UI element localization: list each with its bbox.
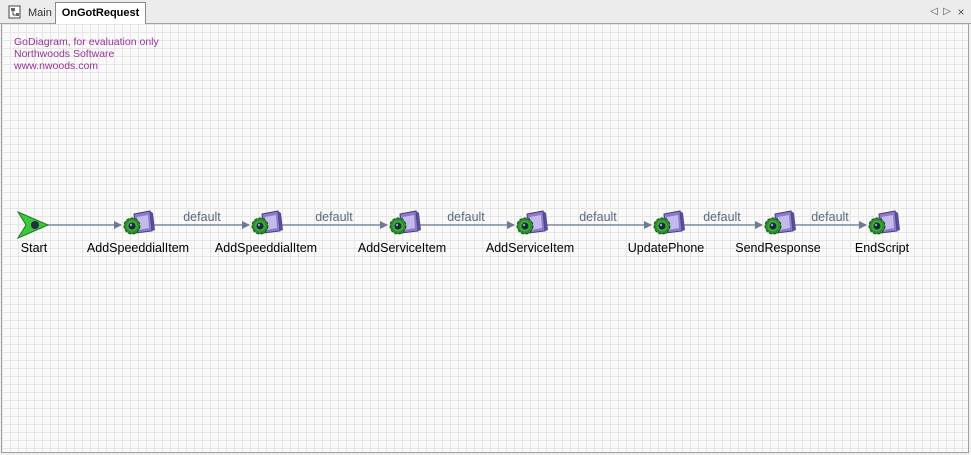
node-label-addspeeddialitem-1[interactable]: AddSpeeddialItem <box>87 241 189 255</box>
action-gear-icon[interactable] <box>516 210 549 235</box>
node-label-addserviceitem-1[interactable]: AddServiceItem <box>358 241 446 255</box>
node-label-updatephone[interactable]: UpdatePhone <box>628 241 704 255</box>
edge-label-6[interactable]: default <box>811 210 849 224</box>
start-node[interactable] <box>16 210 50 240</box>
edge-label-1[interactable]: default <box>183 210 221 224</box>
edge-label-4[interactable]: default <box>579 210 617 224</box>
node-label-addserviceitem-2[interactable]: AddServiceItem <box>486 241 574 255</box>
flow-diagram <box>16 210 901 240</box>
start-port-dot <box>31 221 39 229</box>
action-gear-icon[interactable] <box>389 210 422 235</box>
node-label-sendresponse[interactable]: SendResponse <box>735 241 820 255</box>
node-label-start[interactable]: Start <box>21 241 47 255</box>
action-gear-icon[interactable] <box>123 210 156 235</box>
node-label-endscript[interactable]: EndScript <box>855 241 909 255</box>
action-gear-icon[interactable] <box>653 210 686 235</box>
action-gear-icon[interactable] <box>251 210 284 235</box>
action-gear-icon[interactable] <box>868 210 901 235</box>
edge-label-5[interactable]: default <box>703 210 741 224</box>
action-gear-icon[interactable] <box>764 210 797 235</box>
node-label-addspeeddialitem-2[interactable]: AddSpeeddialItem <box>215 241 317 255</box>
edge-label-3[interactable]: default <box>447 210 485 224</box>
edge-label-2[interactable]: default <box>315 210 353 224</box>
